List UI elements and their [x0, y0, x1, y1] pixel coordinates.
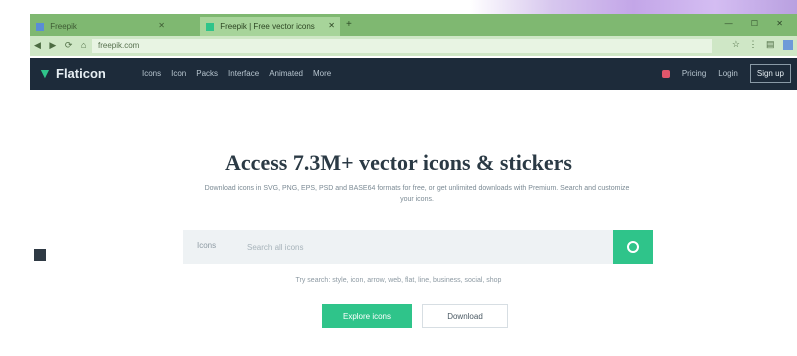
search-bar: Icons	[183, 230, 653, 264]
nav-buttons[interactable]: ◀ ▶ ⟳ ⌂	[34, 40, 89, 51]
extension-icon[interactable]	[783, 39, 793, 50]
nav-link[interactable]: Interface	[228, 69, 259, 78]
nav-link[interactable]: Packs	[196, 69, 218, 78]
search-filter-dropdown[interactable]: Icons	[197, 241, 216, 250]
search-icon	[627, 241, 639, 253]
site-navbar: ▼ Flaticon Icons Icon Packs Interface An…	[30, 58, 797, 90]
favicon-icon	[206, 22, 214, 31]
close-icon[interactable]: ✕	[158, 21, 165, 30]
logo-icon[interactable]: ▼	[38, 66, 52, 80]
address-bar: ◀ ▶ ⟳ ⌂ freepik.com ☆ ⋮ ▤	[30, 36, 797, 56]
nav-link[interactable]: Icon	[171, 69, 186, 78]
nav-link[interactable]: Animated	[269, 69, 303, 78]
explore-button[interactable]: Explore icons	[322, 304, 412, 328]
browser-tabbar: Freepik ✕ Freepik | Free vector icons ✕ …	[30, 14, 797, 36]
search-input[interactable]	[247, 239, 597, 255]
login-link[interactable]: Login	[718, 69, 738, 78]
nav-links: Icons Icon Packs Interface Animated More	[142, 69, 331, 78]
nav-link[interactable]: More	[313, 69, 331, 78]
site-logo[interactable]: Flaticon	[56, 66, 106, 81]
close-icon[interactable]: ✕	[328, 21, 335, 30]
nav-link[interactable]: Icons	[142, 69, 161, 78]
browser-tab[interactable]: Freepik ✕	[30, 17, 170, 36]
favicon-icon	[36, 22, 44, 31]
side-widget-icon[interactable]	[34, 249, 46, 261]
download-button[interactable]: Download	[422, 304, 508, 328]
browser-tab-active[interactable]: Freepik | Free vector icons ✕	[200, 17, 340, 36]
nav-right: Pricing Login Sign up	[661, 64, 791, 83]
signup-button[interactable]: Sign up	[749, 64, 791, 83]
window-controls[interactable]: — ☐ ✕	[725, 19, 791, 28]
hero-subtitle: Download icons in SVG, PNG, EPS, PSD and…	[204, 185, 630, 203]
notification-icon[interactable]	[661, 69, 670, 78]
extension-icons[interactable]: ☆ ⋮ ▤	[732, 39, 793, 50]
search-button[interactable]	[613, 230, 653, 264]
search-hint: Try search: style, icon, arrow, web, fla…	[295, 277, 502, 284]
hero-title: Access 7.3M+ vector icons & stickers	[225, 150, 572, 175]
pricing-link[interactable]: Pricing	[682, 69, 706, 78]
tab-label: Freepik | Free vector icons	[220, 22, 315, 31]
new-tab-button[interactable]: +	[346, 19, 352, 30]
tab-label: Freepik	[50, 22, 77, 31]
url-field[interactable]: freepik.com	[92, 39, 712, 53]
